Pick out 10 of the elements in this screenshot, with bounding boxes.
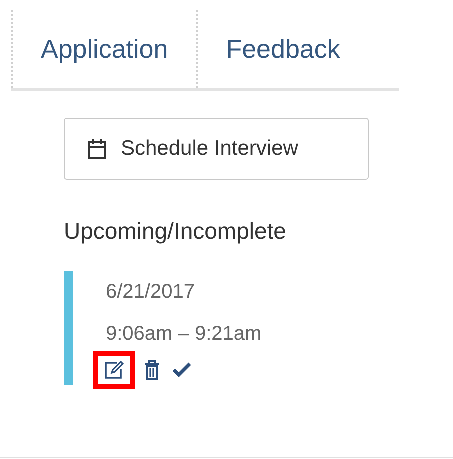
calendar-icon xyxy=(87,138,107,160)
checkmark-icon[interactable] xyxy=(172,362,192,378)
interview-time: 9:06am – 9:21am xyxy=(106,322,262,346)
tab[interactable]: Application xyxy=(11,10,196,88)
schedule-interview-button[interactable]: Schedule Interview xyxy=(64,118,369,180)
interview-date: 6/21/2017 xyxy=(106,280,196,304)
tab[interactable]: Feedback xyxy=(196,10,368,88)
edit-icon[interactable] xyxy=(103,360,125,380)
trash-icon[interactable] xyxy=(144,360,160,380)
section-title: Upcoming/Incomplete xyxy=(64,217,288,246)
